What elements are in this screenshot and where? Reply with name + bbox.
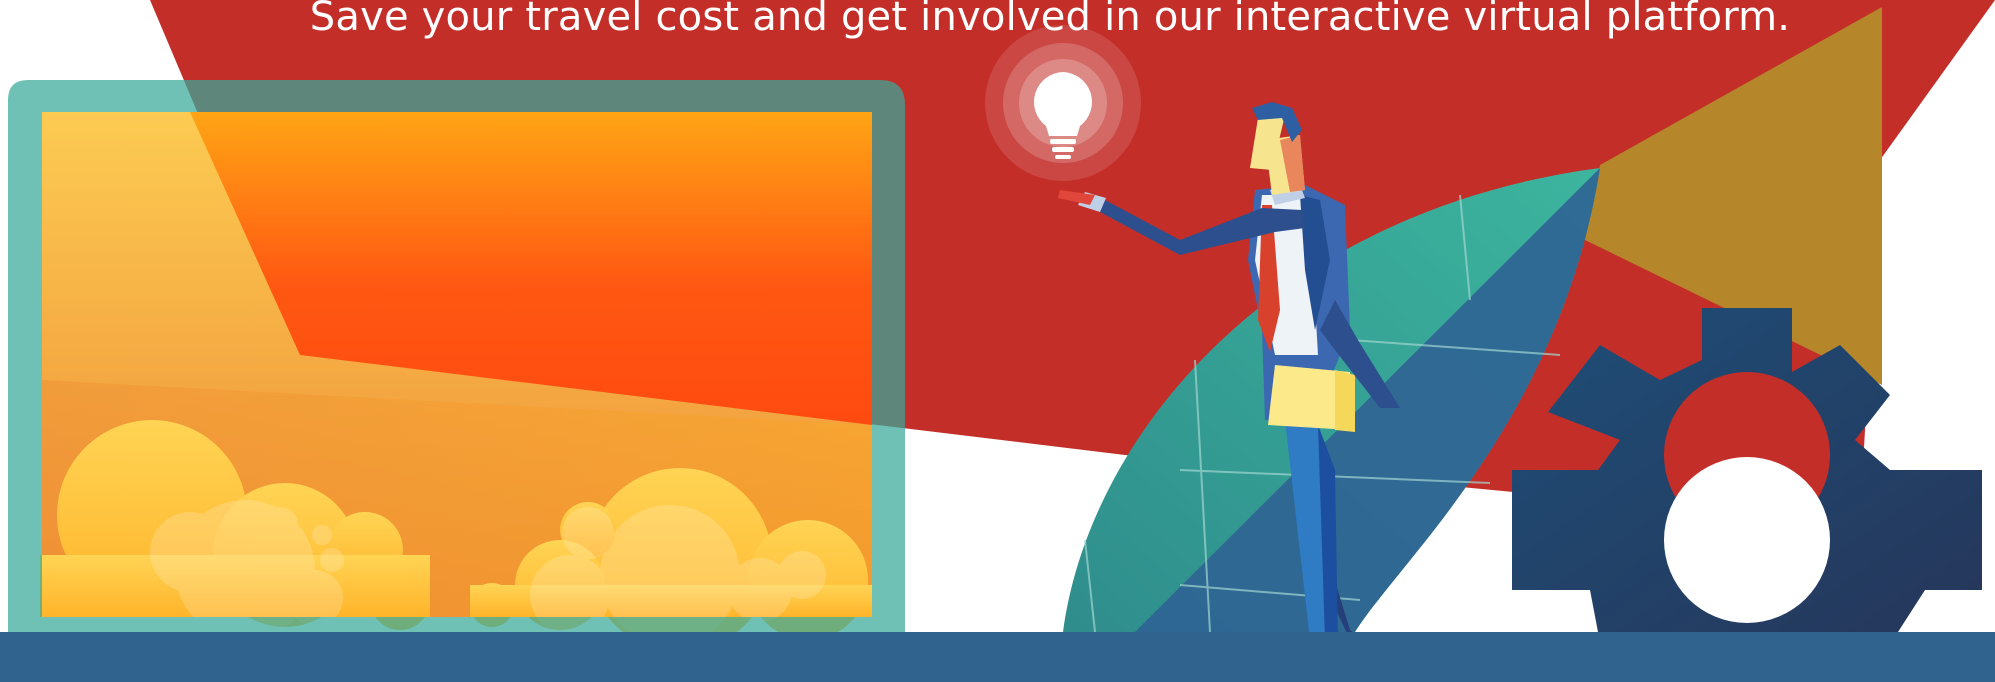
hero-tagline: Save your travel cost and get involved i… <box>309 0 1791 40</box>
hero-illustration <box>0 0 1995 682</box>
footer-bar <box>0 632 1995 682</box>
laptop <box>8 80 905 652</box>
lightbulb-icon <box>985 25 1141 181</box>
